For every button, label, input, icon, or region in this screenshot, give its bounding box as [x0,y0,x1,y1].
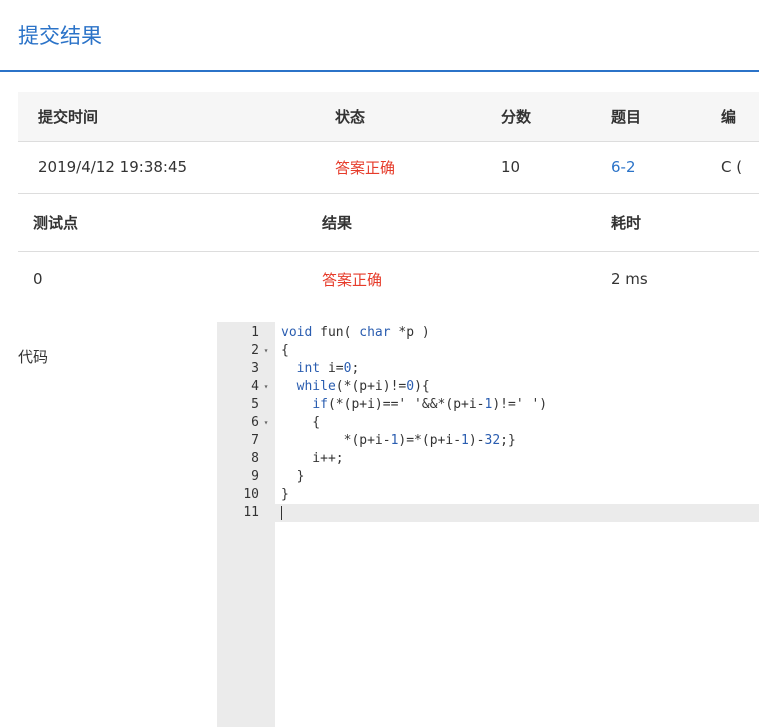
code-text: } [281,487,289,502]
fold-arrow-icon[interactable]: ▾ [261,342,271,360]
code-editor[interactable]: 1 void fun( char *p ) 2 ▾{3 int i=0; 4 ▾ whil… [217,322,759,727]
line-number: 3 [251,361,259,376]
line-number: 5 [251,397,259,412]
submission-table: 提交时间 状态 分数 题目 编 2019/4/12 19:38:45 答案正确 … [18,92,759,194]
code-line[interactable]: 8 i++; [217,450,759,468]
fold-arrow-icon[interactable]: ▾ [261,414,271,432]
testcase-header-row: 测试点 结果 耗时 [18,194,759,251]
header-submit-time: 提交时间 [38,107,99,126]
line-number: 7 [251,433,259,448]
compiler-value: C ( [721,158,743,176]
score-value: 10 [501,158,521,176]
code-text: void fun( char *p ) [281,325,430,340]
testcase-id: 0 [33,270,43,289]
header-testcase: 测试点 [33,213,79,232]
header-time-cost: 耗时 [611,213,642,232]
header-result: 结果 [322,213,353,232]
line-number: 6 [251,415,259,430]
testcase-time: 2 ms [611,270,648,289]
header-problem: 题目 [611,107,642,126]
title-divider [0,70,759,72]
header-compiler: 编 [721,107,737,126]
code-line[interactable]: 5 if(*(p+i)==' '&&*(p+i-1)!=' ') [217,396,759,414]
code-line[interactable]: 9 } [217,468,759,486]
code-text: i++; [281,451,344,466]
testcase-result: 答案正确 [322,270,383,289]
header-score: 分数 [501,107,532,126]
line-number: 11 [243,505,259,520]
testcase-table: 测试点 结果 耗时 0 答案正确 2 ms [18,194,759,307]
code-line[interactable]: 6 ▾ { [217,414,759,432]
code-line[interactable]: 1 void fun( char *p ) [217,324,759,342]
code-text: { [281,415,321,430]
code-line[interactable]: 7 *(p+i-1)=*(p+i-1)-32;} [217,432,759,450]
line-number: 1 [251,325,259,340]
line-number: 2 [251,343,259,358]
fold-arrow-icon[interactable]: ▾ [261,378,271,396]
table-row: 0 答案正确 2 ms [18,251,759,307]
code-line[interactable]: 4 ▾ while(*(p+i)!=0){ [217,378,759,396]
code-line[interactable]: 10} [217,486,759,504]
code-text: *(p+i-1)=*(p+i-1)-32;} [281,433,516,448]
code-text: } [281,469,305,484]
line-number: 4 [251,379,259,394]
status-badge: 答案正确 [335,158,396,177]
code-text: int i=0; [296,361,360,376]
code-text: { [281,343,289,358]
submit-time: 2019/4/12 19:38:45 [38,158,188,176]
header-status: 状态 [335,107,366,126]
code-label: 代码 [18,348,49,366]
code-text: if(*(p+i)==' '&&*(p+i-1)!=' ') [312,397,548,412]
problem-link[interactable]: 6-2 [611,141,721,193]
code-line[interactable]: 3 int i=0; [217,360,759,378]
text-cursor [281,506,282,520]
table-row: 2019/4/12 19:38:45 答案正确 10 6-2 C ( [18,141,759,193]
submission-table-wrapper: 提交时间 状态 分数 题目 编 2019/4/12 19:38:45 答案正确 … [18,92,759,194]
line-number: 9 [251,469,259,484]
line-number: 8 [251,451,259,466]
code-line[interactable]: 11 [217,504,759,522]
line-number: 10 [243,487,259,502]
submission-header-row: 提交时间 状态 分数 题目 编 [18,92,759,141]
code-text: while(*(p+i)!=0){ [296,379,430,394]
code-line[interactable]: 2 ▾ { [217,342,759,360]
page-title: 提交结果 [18,24,102,48]
